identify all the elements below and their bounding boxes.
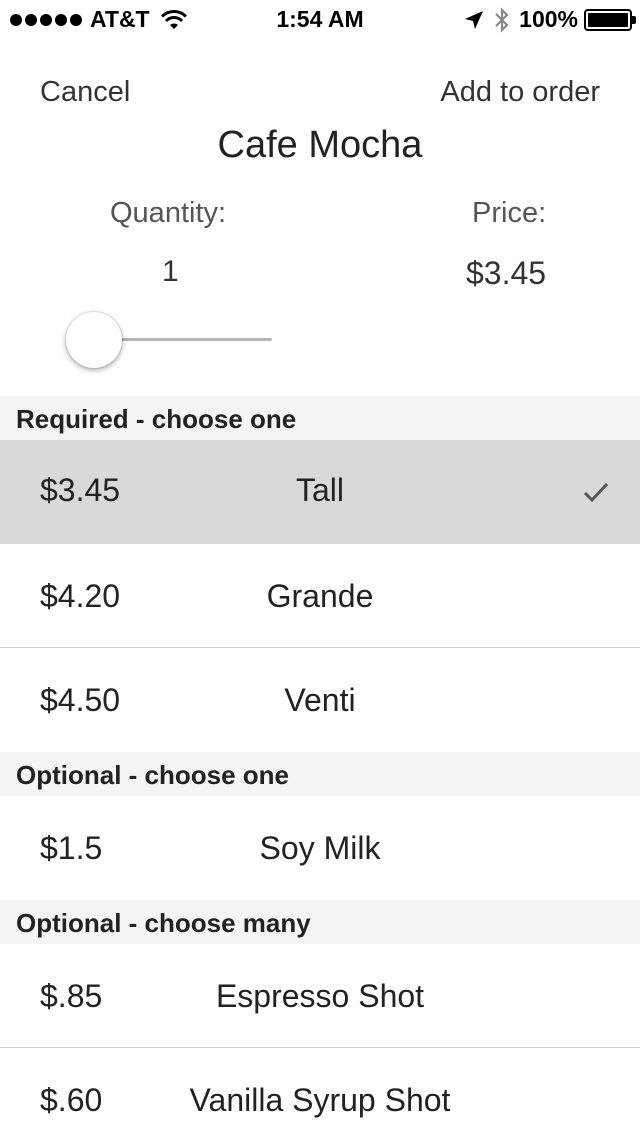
option-row-soy-milk[interactable]: $1.5 Soy Milk: [0, 796, 640, 900]
option-name: Grande: [266, 578, 374, 614]
section-header-optional-one: Optional - choose one: [0, 752, 640, 796]
quantity-slider[interactable]: [66, 310, 274, 370]
option-row-grande[interactable]: $4.20 Grande: [0, 544, 640, 647]
status-right: 100%: [463, 6, 636, 33]
option-name: Soy Milk: [259, 830, 381, 866]
option-row-espresso-shot[interactable]: $.85 Espresso Shot: [0, 944, 640, 1048]
option-name: Espresso Shot: [215, 978, 425, 1014]
checkmark-icon: [583, 482, 609, 503]
quantity-value: 1: [162, 255, 179, 288]
price-label: Price:: [472, 197, 547, 229]
price-value: $3.45: [466, 255, 547, 291]
option-row-venti[interactable]: $4.50 Venti: [0, 648, 640, 752]
battery-percent: 100%: [519, 6, 578, 32]
option-row-vanilla-syrup-shot[interactable]: $.60 Vanilla Syrup Shot: [0, 1048, 640, 1136]
option-name: Tall: [295, 472, 344, 508]
bluetooth-icon: [495, 6, 509, 33]
section-header-optional-many: Optional - choose many: [0, 900, 640, 944]
add-to-order-button[interactable]: Add to order: [440, 76, 600, 109]
status-bar: AT&T 1:54 AM 100%: [0, 0, 640, 40]
option-row-tall[interactable]: $3.45 Tall: [0, 440, 640, 544]
page-title: Cafe Mocha: [217, 124, 423, 166]
location-arrow-icon: [465, 10, 484, 29]
option-name: Venti: [284, 682, 356, 718]
quantity-label: Quantity:: [110, 197, 227, 229]
section-header-required: Required - choose one: [0, 396, 640, 440]
slider-thumb[interactable]: [66, 312, 122, 368]
cancel-button[interactable]: Cancel: [40, 76, 130, 109]
battery-icon: [584, 8, 636, 31]
option-name: Vanilla Syrup Shot: [189, 1082, 451, 1118]
